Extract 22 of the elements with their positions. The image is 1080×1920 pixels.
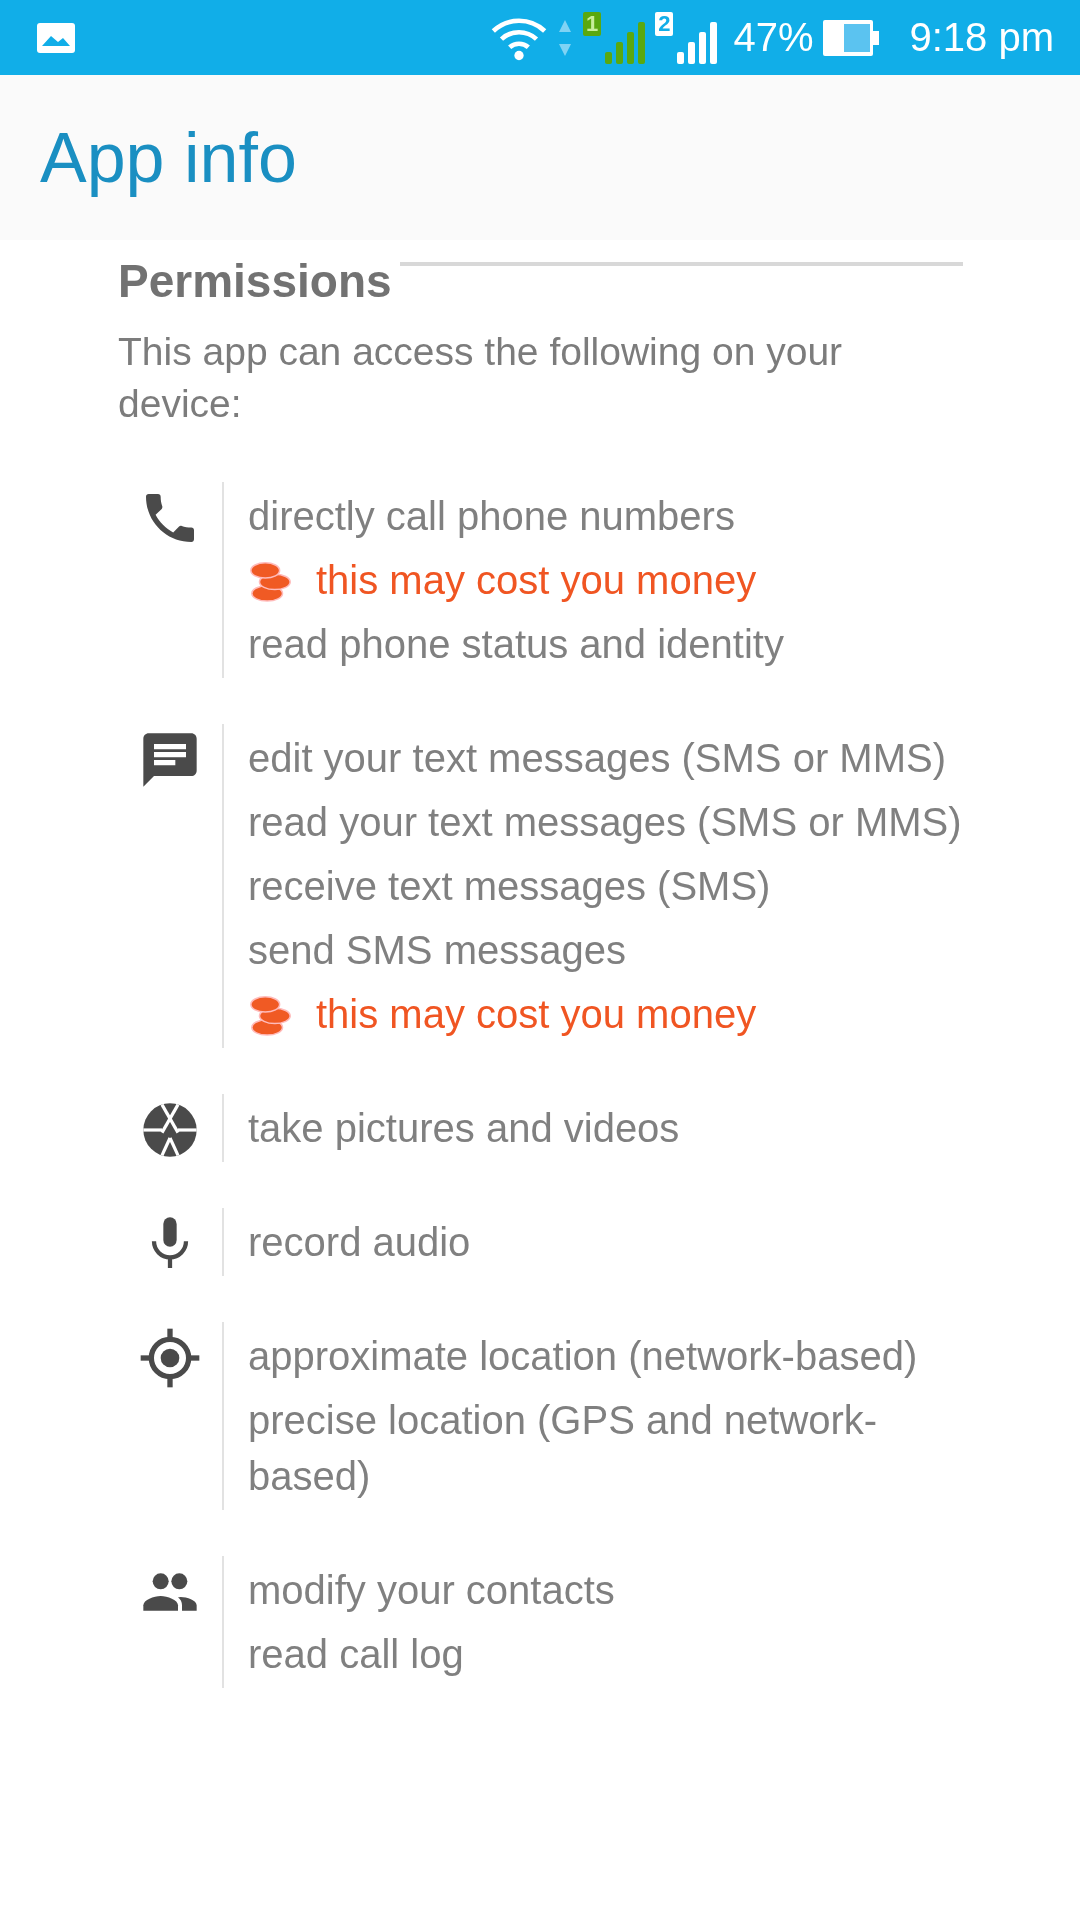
permission-text: approximate location (network-based) bbox=[248, 1333, 919, 1380]
permission-text: modify your contacts bbox=[248, 1567, 616, 1614]
battery-icon bbox=[823, 19, 880, 56]
permission-text: record audio bbox=[248, 1219, 472, 1266]
battery-percent: 47% bbox=[733, 15, 814, 60]
permission-text: read call log bbox=[248, 1631, 465, 1678]
clock-time: 9:18 pm bbox=[909, 15, 1054, 60]
section-description: This app can access the following on your device: bbox=[118, 329, 844, 427]
permission-text: edit your text messages (SMS or MMS) bbox=[248, 735, 947, 782]
permission-text: precise location (GPS and network-based) bbox=[248, 1397, 879, 1500]
cost-warning: this may cost you money bbox=[316, 991, 757, 1038]
cost-warning: this may cost you money bbox=[316, 557, 757, 604]
permission-text: read your text messages (SMS or MMS) bbox=[248, 799, 963, 846]
permission-text: send SMS messages bbox=[248, 927, 627, 974]
section-heading: Permissions bbox=[118, 254, 392, 308]
permission-text: directly call phone numbers bbox=[248, 493, 736, 540]
screen-title: App info bbox=[40, 117, 297, 198]
permission-text: take pictures and videos bbox=[248, 1105, 681, 1152]
location-target-icon bbox=[138, 1326, 202, 1390]
permission-text: receive text messages (SMS) bbox=[248, 863, 772, 910]
permission-text: read phone status and identity bbox=[248, 621, 785, 668]
gallery-icon bbox=[36, 21, 76, 54]
